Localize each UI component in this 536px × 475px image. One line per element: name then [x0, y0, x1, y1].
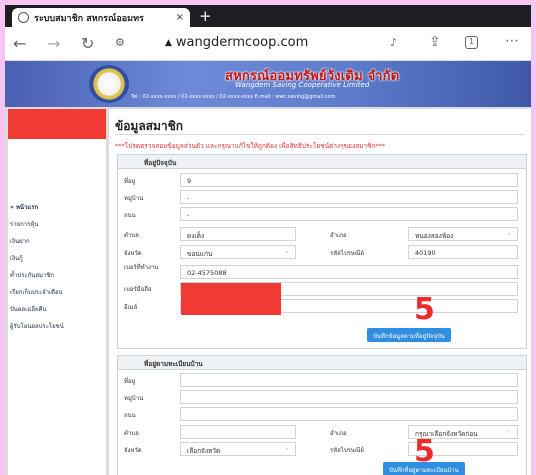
- reg-village-label: หมู่บ้าน: [124, 395, 144, 402]
- reg-subdistrict-label: ตำบล: [124, 430, 139, 437]
- village-input[interactable]: -: [180, 190, 518, 204]
- save-current-address-button[interactable]: บันทึกข้อมูลตามที่อยู่ปัจจุบัน: [367, 328, 451, 342]
- reg-subdistrict-input[interactable]: [180, 425, 296, 439]
- reg-house-no-label: ที่อยู่: [124, 378, 136, 385]
- tab-favicon-icon: [18, 12, 29, 23]
- house-no-input[interactable]: 9: [180, 173, 518, 187]
- reg-village-input[interactable]: [180, 390, 518, 404]
- postcode-label: รหัสไปรษณีย์: [330, 250, 364, 257]
- sidebar: » หน้าแรก รายการหุ้น เงินฝาก เงินกู้ ค้ำ…: [8, 109, 106, 475]
- microphone-icon[interactable]: ♪: [390, 36, 397, 49]
- main-content: ข้อมูลสมาชิก ***โปรดตรวจสอบข้อมูลส่วนตัว…: [109, 109, 531, 475]
- sidebar-item-deposits[interactable]: เงินฝาก: [10, 233, 64, 250]
- cooperative-logo: [89, 65, 129, 103]
- reload-icon[interactable]: ↻: [81, 34, 94, 53]
- navigation-bar: ← → ↻ ⚙ ▲ wangdermcoop.com ♪ ⇪ 1 ⋯: [5, 27, 531, 61]
- province-label: จังหวัด: [124, 250, 142, 257]
- site-settings-icon[interactable]: ⚙: [115, 36, 125, 49]
- save-registered-address-button[interactable]: บันทึกที่อยู่ตามทะเบียนบ้าน: [383, 462, 465, 475]
- address-bar[interactable]: ▲ wangdermcoop.com: [165, 35, 308, 50]
- title-divider: [115, 134, 525, 135]
- url-text: wangdermcoop.com: [175, 35, 309, 50]
- sidebar-item-guarantee[interactable]: ค้ำประกันสมาชิก: [10, 267, 64, 284]
- house-no-label: ที่อยู่: [124, 178, 136, 185]
- village-label: หมู่บ้าน: [124, 195, 144, 202]
- sidebar-item-dividend[interactable]: ปันผลเฉลี่ยคืน: [10, 301, 64, 318]
- chevron-down-icon: ◦: [507, 429, 511, 436]
- more-menu-icon[interactable]: ⋯: [505, 33, 519, 49]
- chevron-down-icon: ◦: [507, 231, 511, 238]
- browser-window: ระบบสมาชิก สหกรณ์ออมทร × + ← → ↻ ⚙ ▲ wan…: [5, 5, 531, 475]
- district-select-value: หนองสองห้อง: [415, 232, 454, 240]
- email-label: อีเมล์: [124, 304, 138, 311]
- registered-address-header: ที่อยู่ตามทะเบียนบ้าน: [118, 356, 526, 370]
- tab-title: ระบบสมาชิก สหกรณ์ออมทร: [34, 13, 144, 24]
- work-phone-label: เบอร์ที่ทำงาน: [124, 264, 159, 271]
- subdistrict-input[interactable]: ดงเค็ง: [180, 227, 296, 241]
- subdistrict-label: ตำบล: [124, 232, 139, 239]
- back-icon[interactable]: ←: [13, 34, 26, 53]
- new-tab-icon[interactable]: +: [199, 7, 212, 25]
- tab-count-button[interactable]: 1: [465, 36, 478, 49]
- redacted-member-name: [8, 109, 106, 139]
- current-address-header: ที่อยู่ปัจจุบัน: [118, 155, 526, 169]
- redacted-contact-info: [181, 283, 281, 315]
- forward-icon[interactable]: →: [47, 34, 60, 53]
- reg-road-input[interactable]: [180, 407, 518, 421]
- lock-icon: ▲: [165, 37, 172, 48]
- sidebar-item-loans[interactable]: เงินกู้: [10, 250, 64, 267]
- sidebar-item-shares[interactable]: รายการหุ้น: [10, 216, 64, 233]
- mobile-label: เบอร์มือถือ: [124, 286, 152, 293]
- banner-contact: Tel : 02-xxxx-xxxx / 02-xxxx-xxxx / 02-x…: [131, 94, 336, 100]
- reg-road-label: ถนน: [124, 412, 136, 419]
- registered-address-panel: ที่อยู่ตามทะเบียนบ้าน ที่อยู่ หมู่บ้าน ถ…: [117, 355, 527, 475]
- chevron-down-icon: ◦: [285, 446, 289, 453]
- sidebar-item-beneficiary[interactable]: ผู้รับโอนผลประโยชน์: [10, 318, 64, 335]
- chevron-down-icon: ◦: [285, 249, 289, 256]
- annotation-number: 5: [414, 292, 435, 327]
- postcode-input[interactable]: 40190: [408, 245, 518, 259]
- sidebar-item-monthly-billing[interactable]: เรียกเก็บประจำเดือน: [10, 284, 64, 301]
- reg-province-label: จังหวัด: [124, 447, 142, 454]
- site-banner: สหกรณ์ออมทรัพย์วังเดิม จำกัด Wangdem Sav…: [5, 61, 531, 107]
- reg-province-select-value: เลือกจังหวัด: [187, 447, 221, 455]
- road-label: ถนน: [124, 212, 136, 219]
- share-icon[interactable]: ⇪: [429, 34, 441, 50]
- reg-house-no-input[interactable]: [180, 373, 518, 387]
- province-select-value: ขอนแก่น: [187, 250, 213, 258]
- work-phone-input[interactable]: 02-4575088: [180, 265, 518, 279]
- district-select[interactable]: หนองสองห้อง ◦: [408, 227, 518, 241]
- browser-tab[interactable]: ระบบสมาชิก สหกรณ์ออมทร ×: [12, 8, 190, 27]
- tab-close-icon[interactable]: ×: [176, 12, 184, 23]
- sidebar-item-home[interactable]: » หน้าแรก: [10, 199, 64, 216]
- reg-district-label: อำเภอ: [330, 430, 347, 437]
- banner-subtitle: Wangdem Saving Cooperative Limited: [235, 81, 370, 89]
- tab-bar: ระบบสมาชิก สหกรณ์ออมทร × +: [5, 5, 531, 27]
- reg-province-select[interactable]: เลือกจังหวัด ◦: [180, 442, 296, 456]
- current-address-panel: ที่อยู่ปัจจุบัน ที่อยู่ 9 หมู่บ้าน - ถนน…: [117, 154, 527, 349]
- reg-postcode-label: รหัสไปรษณีย์: [330, 447, 364, 454]
- website: สหกรณ์ออมทรัพย์วังเดิม จำกัด Wangdem Sav…: [5, 61, 531, 475]
- notice-text: ***โปรดตรวจสอบข้อมูลส่วนตัว และกรุณาแก้ไ…: [115, 142, 386, 150]
- district-label: อำเภอ: [330, 232, 347, 239]
- province-select[interactable]: ขอนแก่น ◦: [180, 245, 296, 259]
- road-input[interactable]: -: [180, 207, 518, 221]
- sidebar-menu: » หน้าแรก รายการหุ้น เงินฝาก เงินกู้ ค้ำ…: [10, 199, 64, 335]
